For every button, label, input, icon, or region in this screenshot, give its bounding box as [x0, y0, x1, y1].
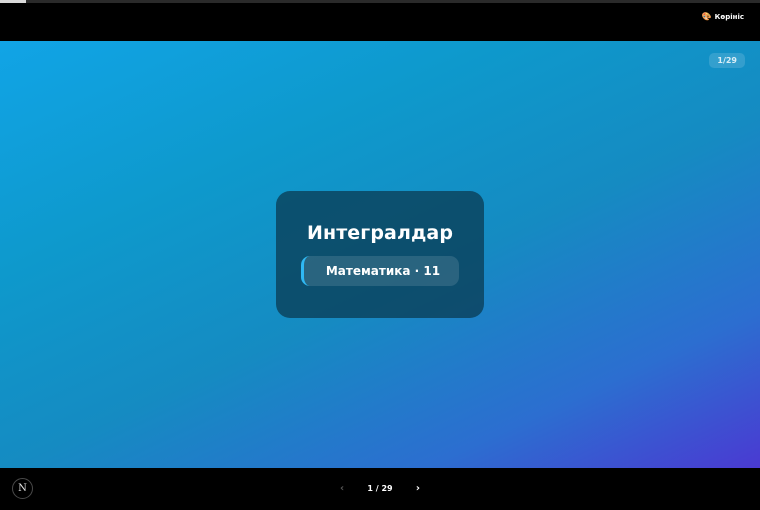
palette-icon: 🎨 — [701, 12, 712, 21]
page-indicator: 1 / 29 — [367, 483, 393, 493]
view-button[interactable]: 🎨 Көрініс — [701, 12, 744, 22]
subject-badge: Математика · 11 — [300, 256, 460, 286]
slide-navigation: ‹ 1 / 29 › — [340, 481, 420, 495]
slide: 1/29 Интегралдар Математика · 11 — [0, 41, 760, 468]
app-logo[interactable]: N — [12, 478, 33, 499]
top-bar: 🎨 Көрініс — [0, 3, 760, 41]
prev-slide-button[interactable]: ‹ — [340, 483, 344, 494]
next-slide-button[interactable]: › — [416, 483, 420, 494]
slide-counter: 1/29 — [709, 53, 745, 68]
bottom-bar: N ‹ 1 / 29 › — [0, 468, 760, 510]
slide-title: Интегралдар — [306, 222, 454, 244]
title-card: Интегралдар Математика · 11 — [276, 191, 484, 318]
view-button-label: Көрініс — [714, 13, 744, 21]
